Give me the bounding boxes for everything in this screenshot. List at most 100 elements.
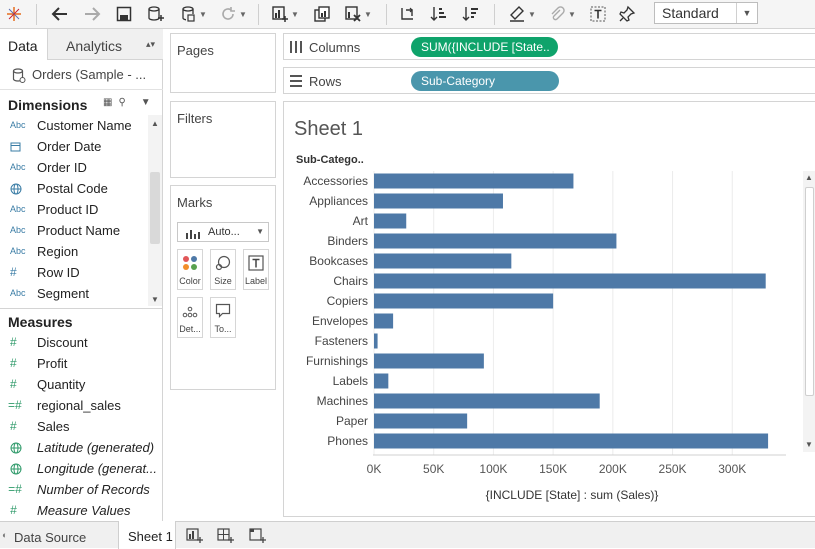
tab-data-source[interactable]: ◐ Data Source: [0, 522, 118, 549]
field-item[interactable]: Abc Region: [0, 241, 148, 262]
tab-sheet1[interactable]: Sheet 1: [118, 521, 176, 549]
worksheet-view: Sheet 1 Sub-Catego.. Accessories Appliance…: [283, 101, 815, 517]
datasource-icon: ◐: [2, 530, 8, 540]
bar: [374, 213, 407, 229]
color-button[interactable]: Color: [177, 249, 203, 290]
field-item[interactable]: Abc Segment: [0, 283, 148, 304]
field-item[interactable]: # Quantity: [0, 374, 163, 395]
chevron-updown-icon: ▴▾: [145, 39, 155, 49]
field-item[interactable]: # Profit: [0, 353, 163, 374]
save-icon[interactable]: [113, 3, 135, 25]
category-label: Paper: [336, 414, 368, 428]
new-worksheet-icon[interactable]: [186, 528, 204, 544]
tab-analytics[interactable]: Analytics ▴▾: [47, 29, 163, 60]
measures-title: Measures: [8, 314, 73, 330]
field-item[interactable]: =# Number of Records: [0, 479, 163, 500]
new-worksheet-icon[interactable]: ▼: [268, 3, 302, 25]
paperclip-icon[interactable]: ▼: [545, 3, 579, 25]
tableau-logo-icon[interactable]: [4, 3, 24, 25]
field-item[interactable]: Postal Code: [0, 178, 148, 199]
scroll-thumb[interactable]: [150, 172, 160, 244]
bar: [374, 373, 389, 389]
sort-descending-icon[interactable]: [460, 3, 482, 25]
sort-ascending-icon[interactable]: [428, 3, 450, 25]
field-item[interactable]: # Row ID: [0, 262, 148, 283]
detail-label: Det...: [179, 324, 201, 334]
chevron-down-icon[interactable]: ▼: [141, 97, 151, 108]
detail-button[interactable]: Det...: [177, 297, 203, 338]
string-type-icon: Abc: [10, 246, 26, 256]
data-pane: Data Analytics ▴▾ Orders (Sample - ... D…: [0, 29, 163, 521]
category-label: Binders: [327, 234, 368, 248]
category-label: Bookcases: [309, 254, 368, 268]
pages-card[interactable]: Pages: [170, 33, 276, 93]
back-icon[interactable]: [49, 3, 71, 25]
rows-label: Rows: [309, 74, 342, 89]
text-icon[interactable]: [587, 3, 609, 25]
size-icon: [215, 255, 231, 271]
filters-card[interactable]: Filters: [170, 101, 276, 178]
field-item[interactable]: # Measure Values: [0, 500, 163, 521]
refresh-icon[interactable]: ▼: [216, 3, 250, 25]
scroll-up-icon[interactable]: ▲: [805, 173, 813, 182]
rows-pill[interactable]: Sub-Category: [411, 71, 559, 91]
size-button[interactable]: Size: [210, 249, 236, 290]
mark-type-select[interactable]: Auto... ▼: [177, 222, 269, 242]
label-button[interactable]: Label: [243, 249, 269, 290]
view-size-value: Standard: [662, 5, 719, 21]
category-label: Furnishings: [306, 354, 368, 368]
datasource-item[interactable]: Orders (Sample - ...: [0, 60, 163, 90]
bar: [374, 253, 512, 269]
field-item[interactable]: =# regional_sales: [0, 395, 163, 416]
marks-card: Marks Auto... ▼ Color Size Label Det... …: [170, 185, 276, 390]
marks-title: Marks: [177, 195, 213, 210]
scroll-thumb[interactable]: [805, 187, 814, 396]
rows-icon: [290, 75, 302, 90]
pin-icon[interactable]: [616, 3, 638, 25]
columns-pill[interactable]: SUM({INCLUDE [State..: [411, 37, 558, 57]
rows-shelf[interactable]: Rows Sub-Category: [283, 67, 815, 94]
filters-title: Filters: [177, 111, 213, 126]
duplicate-icon[interactable]: [311, 3, 333, 25]
scroll-up-icon[interactable]: ▲: [151, 119, 159, 128]
bar: [374, 273, 766, 289]
clear-icon[interactable]: ▼: [340, 3, 376, 25]
new-story-icon[interactable]: [249, 528, 267, 544]
columns-shelf[interactable]: Columns SUM({INCLUDE [State..: [283, 33, 815, 60]
field-item[interactable]: # Discount: [0, 332, 163, 353]
field-item[interactable]: Abc Product ID: [0, 199, 148, 220]
search-icon[interactable]: ⚲: [118, 97, 125, 108]
scroll-down-icon[interactable]: ▼: [151, 295, 159, 304]
tooltip-button[interactable]: To...: [210, 297, 236, 338]
new-datasource-icon[interactable]: [145, 3, 167, 25]
datasource-icon[interactable]: ▼: [177, 3, 211, 25]
view-list-icon[interactable]: ▦: [103, 97, 112, 108]
x-tick-label: 250K: [659, 462, 687, 476]
view-size-select[interactable]: Standard ▼: [654, 2, 758, 24]
bar: [374, 333, 378, 349]
field-item[interactable]: Abc Customer Name: [0, 115, 148, 136]
dimensions-scrollbar[interactable]: ▲ ▼: [148, 115, 162, 306]
forward-icon[interactable]: [81, 3, 103, 25]
field-item[interactable]: Latitude (generated): [0, 437, 163, 458]
columns-label: Columns: [309, 40, 361, 55]
field-item[interactable]: Abc Product Name: [0, 220, 148, 241]
tab-data[interactable]: Data: [0, 29, 47, 60]
category-label: Fasteners: [315, 334, 368, 348]
highlight-icon[interactable]: ▼: [505, 3, 539, 25]
field-item[interactable]: # Sales: [0, 416, 163, 437]
swap-icon[interactable]: [396, 3, 418, 25]
category-label: Appliances: [309, 194, 368, 208]
tooltip-icon: [215, 303, 231, 318]
scroll-down-icon[interactable]: ▼: [805, 440, 813, 449]
field-item[interactable]: Order Date: [0, 136, 148, 157]
bar: [374, 193, 503, 209]
string-type-icon: Abc: [10, 288, 26, 298]
new-dashboard-icon[interactable]: [217, 528, 235, 544]
view-scrollbar[interactable]: ▲ ▼: [803, 171, 815, 452]
field-item[interactable]: Abc Order ID: [0, 157, 148, 178]
string-type-icon: Abc: [10, 225, 26, 235]
field-item[interactable]: Longitude (generat...: [0, 458, 163, 479]
row-header-label: Sub-Catego..: [296, 154, 364, 166]
measures-list: # Discount # Profit # Quantity =# regional_s…: [0, 332, 163, 522]
